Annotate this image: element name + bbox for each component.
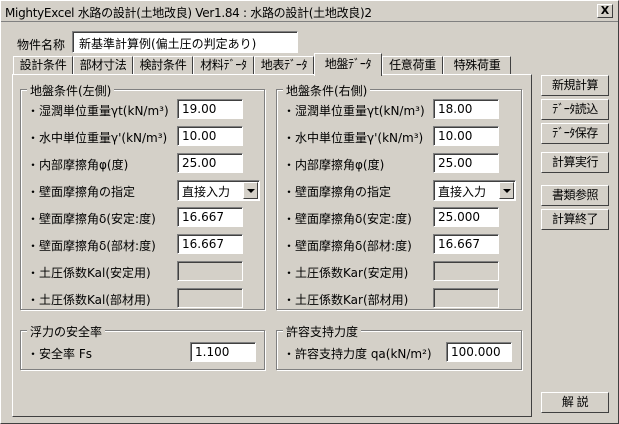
left-ground-group: 地盤条件(左側) ・湿潤単位重量γt(kN/m³) 19.00 ・水中単位重量γ… — [20, 82, 265, 310]
right-ground-title: 地盤条件(右側) — [283, 82, 371, 99]
left-earth-pressure-stability-label: ・土圧係数Kal(安定用) — [27, 266, 151, 280]
chevron-down-icon[interactable] — [243, 182, 258, 199]
tab-check-conditions[interactable]: 検討条件 — [133, 56, 193, 75]
tab-special-load[interactable]: 特殊荷重 — [443, 56, 511, 75]
right-wall-friction-stability-input[interactable]: 25.000 — [433, 207, 499, 227]
right-wall-friction-spec-select[interactable]: 直接入力 — [433, 180, 516, 201]
tab-panel: 地盤条件(左側) ・湿潤単位重量γt(kN/m³) 19.00 ・水中単位重量γ… — [12, 74, 532, 417]
right-wet-weight-label: ・湿潤単位重量γt(kN/m³) — [283, 104, 425, 118]
left-wall-friction-spec-label: ・壁面摩擦角の指定 — [27, 185, 136, 199]
right-wet-weight-input[interactable]: 18.00 — [433, 99, 499, 119]
save-data-button[interactable]: ﾃﾞｰﾀ保存 — [541, 123, 609, 144]
main-window: MightyExcel 水路の設計(土地改良) Ver1.84 : 水路の設計(… — [0, 0, 619, 424]
tab-ground-data[interactable]: 地盤ﾃﾞｰﾀ — [314, 53, 382, 76]
right-earth-pressure-member-label: ・土圧係数Kar(部材用) — [283, 293, 409, 307]
left-friction-angle-input[interactable]: 25.00 — [177, 153, 243, 173]
right-wall-friction-stability-label: ・壁面摩擦角δ(安定:度) — [283, 212, 412, 226]
window-title: MightyExcel 水路の設計(土地改良) Ver1.84 : 水路の設計(… — [5, 6, 372, 20]
left-submerged-weight-input[interactable]: 10.00 — [177, 126, 243, 146]
right-ground-group: 地盤条件(右側) ・湿潤単位重量γt(kN/m³) 18.00 ・水中単位重量γ… — [276, 82, 522, 310]
right-earth-pressure-stability-label: ・土圧係数Kar(安定用) — [283, 266, 409, 280]
tab-member-dimensions[interactable]: 部材寸法 — [73, 56, 133, 75]
chevron-down-icon[interactable] — [499, 182, 514, 199]
left-ground-title: 地盤条件(左側) — [27, 82, 115, 99]
right-friction-angle-input[interactable]: 25.00 — [433, 153, 499, 173]
left-submerged-weight-label: ・水中単位重量γ'(kN/m³) — [27, 131, 168, 145]
new-calc-button[interactable]: 新規計算 — [541, 75, 609, 96]
buoyancy-group: 浮力の安全率 ・安全率 Fs 1.100 — [20, 323, 265, 370]
exit-calc-button[interactable]: 計算終了 — [541, 209, 609, 230]
tab-design-conditions[interactable]: 設計条件 — [13, 56, 73, 75]
left-earth-pressure-member-label: ・土圧係数Kal(部材用) — [27, 293, 151, 307]
load-data-button[interactable]: ﾃﾞｰﾀ読込 — [541, 99, 609, 120]
left-wall-friction-member-input[interactable]: 16.667 — [177, 234, 243, 254]
left-earth-pressure-stability-field — [177, 261, 243, 281]
left-wall-friction-spec-select[interactable]: 直接入力 — [177, 180, 260, 201]
buoyancy-title: 浮力の安全率 — [27, 323, 106, 340]
bearing-capacity-label: ・許容支持力度 qa(kN/m²) — [283, 347, 432, 361]
run-calc-button[interactable]: 計算実行 — [541, 152, 609, 173]
help-button[interactable]: 解 説 — [541, 392, 609, 413]
left-earth-pressure-member-field — [177, 288, 243, 308]
left-wall-friction-spec-value: 直接入力 — [182, 185, 231, 199]
right-wall-friction-spec-value: 直接入力 — [438, 185, 487, 199]
safety-factor-label: ・安全率 Fs — [27, 347, 92, 361]
left-wall-friction-stability-input[interactable]: 16.667 — [177, 207, 243, 227]
right-wall-friction-spec-label: ・壁面摩擦角の指定 — [283, 185, 392, 199]
tab-surface-data[interactable]: 地表ﾃﾞｰﾀ — [254, 56, 314, 75]
bearing-capacity-input[interactable]: 100.000 — [446, 342, 512, 362]
left-wet-weight-label: ・湿潤単位重量γt(kN/m³) — [27, 104, 169, 118]
left-wall-friction-member-label: ・壁面摩擦角δ(部材:度) — [27, 239, 156, 253]
tab-material-data[interactable]: 材料ﾃﾞｰﾀ — [193, 56, 254, 75]
safety-factor-input[interactable]: 1.100 — [190, 342, 256, 362]
project-name-label: 物件名称 — [17, 38, 66, 52]
close-button[interactable]: X — [597, 4, 613, 18]
right-friction-angle-label: ・内部摩擦角φ(度) — [283, 158, 385, 172]
title-bar[interactable]: MightyExcel 水路の設計(土地改良) Ver1.84 : 水路の設計(… — [1, 1, 618, 22]
project-name-input[interactable]: 新基準計算例(偏土圧の判定あり) — [72, 31, 298, 53]
right-wall-friction-member-label: ・壁面摩擦角δ(部材:度) — [283, 239, 412, 253]
view-documents-button[interactable]: 書類参照 — [541, 185, 609, 206]
left-wet-weight-input[interactable]: 19.00 — [177, 99, 243, 119]
right-wall-friction-member-input[interactable]: 16.667 — [433, 234, 499, 254]
right-submerged-weight-label: ・水中単位重量γ'(kN/m³) — [283, 131, 424, 145]
right-earth-pressure-stability-field — [433, 261, 499, 281]
left-wall-friction-stability-label: ・壁面摩擦角δ(安定:度) — [27, 212, 156, 226]
tab-arbitrary-load[interactable]: 任意荷重 — [382, 56, 443, 75]
right-submerged-weight-input[interactable]: 10.00 — [433, 126, 499, 146]
bearing-group: 許容支持力度 ・許容支持力度 qa(kN/m²) 100.000 — [276, 323, 522, 370]
left-friction-angle-label: ・内部摩擦角φ(度) — [27, 158, 129, 172]
right-earth-pressure-member-field — [433, 288, 499, 308]
bearing-title: 許容支持力度 — [283, 323, 362, 340]
